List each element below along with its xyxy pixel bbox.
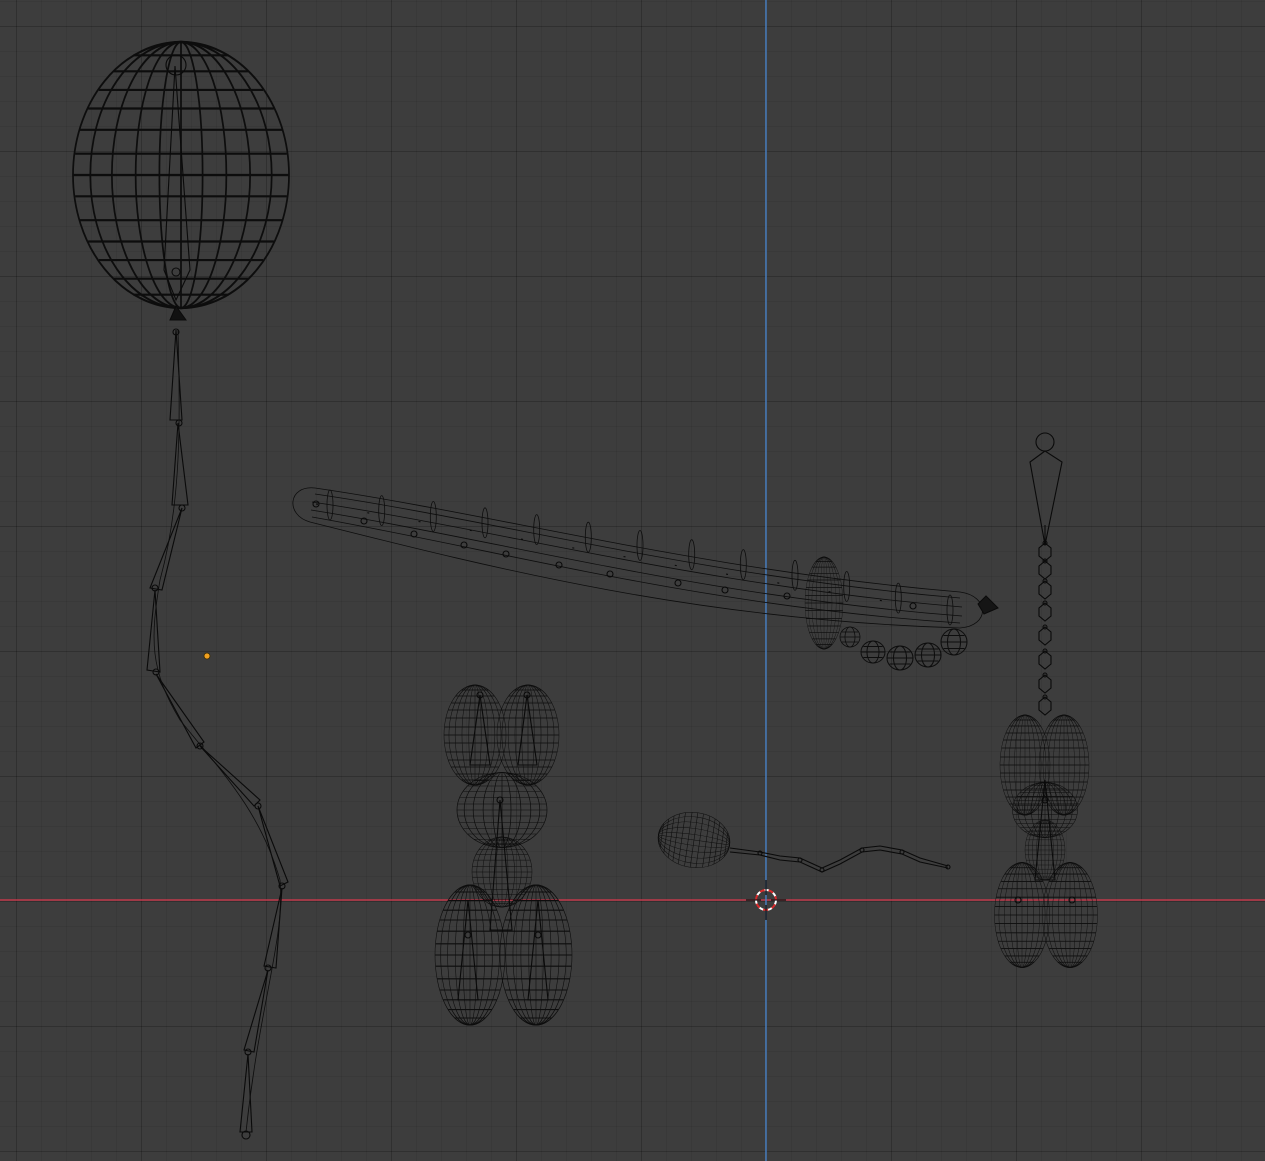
3d-viewport[interactable]	[0, 0, 1265, 1161]
tube-ring	[894, 582, 902, 614]
tube-ring	[429, 501, 437, 532]
tube-ring	[791, 559, 799, 591]
tube-ring	[378, 495, 386, 527]
object-balloon-with-string[interactable]	[71, 40, 291, 1140]
object-origin-point[interactable]	[203, 652, 211, 660]
object-small-balloon-with-string[interactable]	[654, 807, 951, 873]
wireframe-mesh-icon	[654, 807, 951, 873]
tube-ring	[688, 539, 696, 571]
wireframe-mesh-icon	[292, 487, 999, 671]
tube-ring	[946, 594, 954, 626]
tube-ring	[533, 514, 541, 545]
object-long-balloon-with-beads[interactable]	[292, 487, 999, 671]
object-balloon-animal-side-view[interactable]	[994, 432, 1098, 968]
object-balloon-animal-top-view[interactable]	[434, 684, 573, 1026]
tube-ring	[636, 530, 644, 561]
wireframe-mesh-icon	[71, 40, 291, 1140]
viewport-scene[interactable]	[0, 0, 1265, 1161]
wireframe-mesh-icon	[434, 684, 573, 1026]
tube-ring	[481, 507, 489, 539]
wireframe-mesh-icon	[994, 432, 1098, 968]
